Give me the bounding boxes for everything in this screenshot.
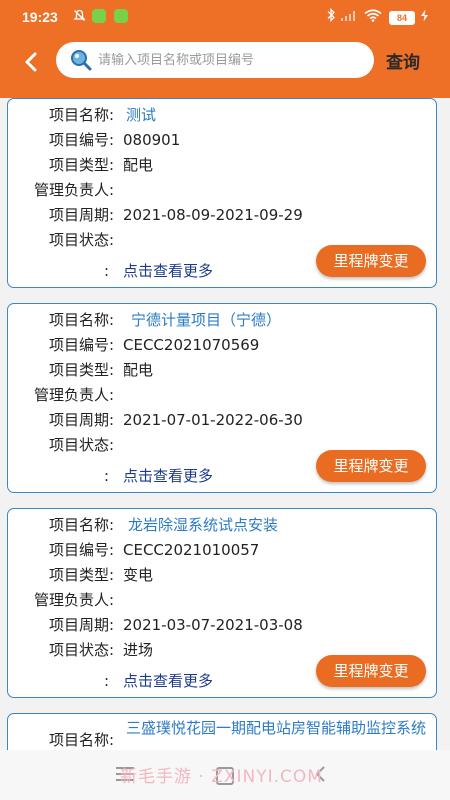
- project-code-label: 项目编号:: [48, 336, 114, 354]
- project-name-value[interactable]: 测试: [126, 103, 156, 127]
- project-period-row: 项目周期: 2021-08-09-2021-09-29: [8, 203, 428, 227]
- project-manager-row: 管理负责人:: [8, 383, 428, 407]
- project-manager-label: 管理负责人:: [33, 386, 114, 404]
- project-card: 项目名称: 测试 项目编号: 080901 项目类型: 配电 管理负责人: 项目…: [7, 98, 437, 288]
- project-period-row: 项目周期: 2021-07-01-2022-06-30: [8, 408, 428, 432]
- project-name-value[interactable]: 宁德计量项目（宁德）: [131, 308, 281, 332]
- search-bar[interactable]: [56, 42, 374, 78]
- app-notification-icon: [92, 9, 106, 23]
- status-time: 19:23: [22, 9, 58, 25]
- project-card: 项目名称: 龙岩除湿系统试点安装 项目编号: CECC2021010057 项目…: [7, 508, 437, 698]
- project-type-label: 项目类型:: [48, 156, 114, 174]
- milestone-change-button[interactable]: 里程牌变更: [316, 655, 426, 687]
- project-period-value: 2021-03-07-2021-03-08: [123, 616, 303, 634]
- watermark-text: 新毛手游 · ZXINYI.COM: [120, 767, 323, 787]
- project-period-value: 2021-08-09-2021-09-29: [123, 206, 303, 224]
- project-code-row: 项目编号: CECC2021010057: [8, 538, 428, 562]
- project-type-value: 配电: [123, 361, 154, 379]
- project-name-label: 项目名称:: [48, 311, 114, 329]
- project-status-label: 项目状态:: [48, 231, 114, 249]
- project-type-label: 项目类型:: [48, 566, 114, 584]
- project-manager-row: 管理负责人:: [8, 588, 428, 612]
- back-arrow-icon[interactable]: [20, 50, 44, 74]
- mute-icon: [73, 9, 86, 25]
- project-name-row: 项目名称: 龙岩除湿系统试点安装: [8, 513, 428, 537]
- view-more-text[interactable]: 点击查看更多: [123, 669, 213, 693]
- project-name-label: 项目名称:: [48, 516, 114, 534]
- project-code-value: 080901: [123, 131, 181, 149]
- project-type-row: 项目类型: 配电: [8, 358, 428, 382]
- project-code-label: 项目编号:: [48, 131, 114, 149]
- project-period-label: 项目周期:: [48, 616, 114, 634]
- project-type-row: 项目类型: 变电: [8, 563, 428, 587]
- project-name-value[interactable]: 三盛璞悦花园一期配电站房智能辅助监控系统: [126, 718, 426, 739]
- project-name-label: 项目名称:: [48, 106, 114, 124]
- status-bar: 19:23 84: [0, 0, 450, 34]
- project-period-row: 项目周期: 2021-03-07-2021-03-08: [8, 613, 428, 637]
- project-list[interactable]: 项目名称: 测试 项目编号: 080901 项目类型: 配电 管理负责人: 项目…: [0, 98, 450, 750]
- view-more-text[interactable]: 点击查看更多: [123, 464, 213, 488]
- view-more-colon: :: [104, 672, 110, 690]
- app-header: 19:23 84 查询: [0, 0, 450, 98]
- project-type-label: 项目类型:: [48, 361, 114, 379]
- milestone-change-button[interactable]: 里程牌变更: [316, 450, 426, 482]
- project-code-value: CECC2021070569: [123, 336, 260, 354]
- bluetooth-icon: [326, 7, 336, 26]
- project-code-label: 项目编号:: [48, 541, 114, 559]
- project-name-row: 项目名称: 测试: [8, 103, 428, 127]
- project-name-label: 项目名称:: [48, 731, 114, 749]
- project-code-value: CECC2021010057: [123, 541, 260, 559]
- search-icon: [70, 49, 92, 71]
- project-code-row: 项目编号: 080901: [8, 128, 428, 152]
- app-notification-icon-2: [114, 9, 128, 23]
- battery-indicator: 84: [389, 11, 415, 25]
- signal-icon: [340, 9, 358, 25]
- project-card: 项目名称: 三盛璞悦花园一期配电站房智能辅助监控系统: [7, 713, 437, 750]
- view-more-colon: :: [104, 467, 110, 485]
- project-name-value[interactable]: 龙岩除湿系统试点安装: [128, 513, 278, 537]
- charging-icon: [420, 9, 429, 25]
- project-name-row: 项目名称: 宁德计量项目（宁德）: [8, 308, 428, 332]
- view-more-text[interactable]: 点击查看更多: [123, 259, 213, 283]
- milestone-change-button[interactable]: 里程牌变更: [316, 245, 426, 277]
- project-type-row: 项目类型: 配电: [8, 153, 428, 177]
- wifi-icon: [364, 9, 382, 25]
- search-input[interactable]: [98, 42, 368, 78]
- project-status-label: 项目状态:: [48, 436, 114, 454]
- project-status-value: 进场: [123, 641, 154, 659]
- project-period-label: 项目周期:: [48, 411, 114, 429]
- query-button[interactable]: 查询: [386, 48, 420, 73]
- project-manager-label: 管理负责人:: [33, 591, 114, 609]
- project-type-value: 变电: [123, 566, 154, 584]
- view-more-colon: :: [104, 262, 110, 280]
- project-card: 项目名称: 宁德计量项目（宁德） 项目编号: CECC2021070569 项目…: [7, 303, 437, 493]
- project-type-value: 配电: [123, 156, 154, 174]
- project-manager-label: 管理负责人:: [33, 181, 114, 199]
- project-manager-row: 管理负责人:: [8, 178, 428, 202]
- project-period-label: 项目周期:: [48, 206, 114, 224]
- project-code-row: 项目编号: CECC2021070569: [8, 333, 428, 357]
- project-status-label: 项目状态:: [48, 641, 114, 659]
- project-period-value: 2021-07-01-2022-06-30: [123, 411, 303, 429]
